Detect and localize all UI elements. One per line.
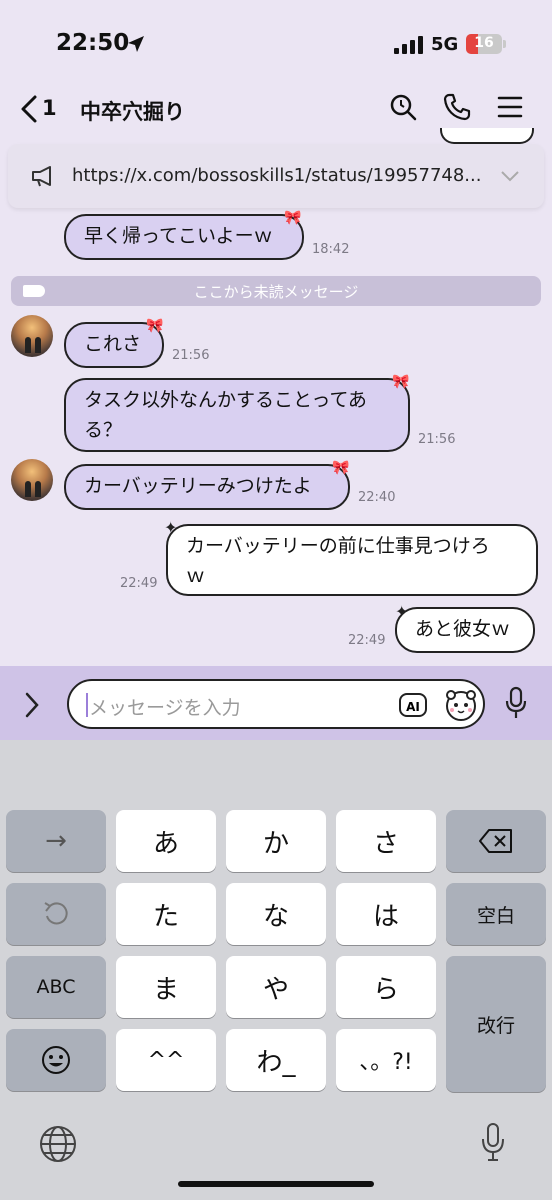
received-message-bubble[interactable]: タスク以外なんかすることってあ る？ <box>64 378 410 452</box>
received-message-bubble[interactable]: 早く帰ってこいよーｗ <box>64 214 304 260</box>
key-na[interactable]: な <box>226 883 326 945</box>
message-time: 22:40 <box>358 490 396 505</box>
battery-cap <box>503 40 506 48</box>
delete-key[interactable] <box>446 810 546 872</box>
text-caret <box>86 693 88 717</box>
message-time: 21:56 <box>418 432 456 447</box>
expand-chevron-icon[interactable] <box>22 690 42 720</box>
partial-message-bubble <box>440 128 534 144</box>
key-sa[interactable]: さ <box>336 810 436 872</box>
key-ma[interactable]: ま <box>116 956 216 1018</box>
phone-icon[interactable] <box>442 92 472 122</box>
message-input[interactable]: メッセージを入力 AI <box>67 679 485 729</box>
message-text: カーバッテリーみつけたよ <box>84 475 312 497</box>
key-next-arrow[interactable]: → <box>6 810 106 872</box>
home-indicator <box>178 1181 374 1187</box>
key-ha[interactable]: は <box>336 883 436 945</box>
message-text-line: カーバッテリーの前に仕事見つけろ <box>186 535 490 557</box>
sticker-icon[interactable] <box>443 687 479 723</box>
key-punctuation[interactable]: 、。?! <box>336 1029 436 1091</box>
space-key[interactable]: 空白 <box>446 883 546 945</box>
back-chevron-icon[interactable] <box>18 94 40 124</box>
avatar[interactable] <box>11 459 53 501</box>
bow-decoration-icon: 🎀 <box>284 210 302 226</box>
bow-decoration-icon: 🎀 <box>332 460 350 476</box>
message-time: 22:49 <box>120 576 158 591</box>
bow-decoration-icon: 🎀 <box>392 374 410 390</box>
key-a[interactable]: あ <box>116 810 216 872</box>
dictation-mic-icon[interactable] <box>480 1122 506 1162</box>
location-arrow-icon <box>128 36 144 52</box>
key-wa[interactable]: わ_ <box>226 1029 326 1091</box>
unread-divider-text: ここから未読メッセージ <box>193 283 359 301</box>
signal-icon <box>394 36 423 54</box>
bow-decoration-icon: 🎀 <box>146 318 164 334</box>
status-time: 22:50 <box>56 30 130 56</box>
ai-icon[interactable]: AI <box>399 693 427 717</box>
message-time: 18:42 <box>312 242 350 257</box>
key-ta[interactable]: た <box>116 883 216 945</box>
sent-message-bubble[interactable]: あと彼女ｗ <box>395 607 535 653</box>
menu-icon[interactable] <box>497 92 523 122</box>
battery-icon: 16 <box>466 34 502 54</box>
message-time: 22:49 <box>348 633 386 648</box>
undo-icon <box>44 902 68 925</box>
sent-message-bubble[interactable]: カーバッテリーの前に仕事見つけろ ｗ <box>166 524 538 596</box>
back-unread-count[interactable]: 1 <box>42 96 57 120</box>
network-type: 5G <box>431 34 459 55</box>
key-ka[interactable]: か <box>226 810 326 872</box>
received-message-bubble[interactable]: カーバッテリーみつけたよ <box>64 464 350 510</box>
chevron-down-icon[interactable] <box>500 170 520 182</box>
search-icon[interactable] <box>388 92 418 122</box>
emoji-key[interactable] <box>6 1029 106 1091</box>
message-text-line: ｗ <box>186 565 206 587</box>
avatar[interactable] <box>11 315 53 357</box>
microphone-icon[interactable] <box>504 686 528 720</box>
megaphone-icon <box>32 166 51 187</box>
announcement-banner[interactable]: https://x.com/bossoskills1/status/199577… <box>8 144 544 208</box>
message-time: 21:56 <box>172 348 210 363</box>
message-text: これさ <box>84 333 142 355</box>
message-text-line: タスク以外なんかすることってあ <box>84 389 367 411</box>
key-kaomoji[interactable]: ^^ <box>116 1029 216 1091</box>
undo-key[interactable] <box>6 883 106 945</box>
battery-percent: 16 <box>474 35 494 51</box>
message-text-line: る？ <box>84 419 123 441</box>
chat-title: 中卒穴掘り <box>80 100 185 124</box>
key-ra[interactable]: ら <box>336 956 436 1018</box>
backspace-icon <box>479 829 512 853</box>
abc-key[interactable]: ABC <box>6 956 106 1018</box>
message-text: 早く帰ってこいよーｗ <box>84 225 273 247</box>
announcement-text[interactable]: https://x.com/bossoskills1/status/199577… <box>72 165 481 186</box>
message-text: あと彼女ｗ <box>415 618 511 640</box>
globe-icon[interactable] <box>38 1124 78 1164</box>
key-ya[interactable]: や <box>226 956 326 1018</box>
return-key[interactable]: 改行 <box>446 956 546 1092</box>
unread-divider: ここから未読メッセージ <box>11 276 541 306</box>
emoji-icon <box>42 1046 70 1074</box>
message-input-placeholder: メッセージを入力 <box>89 697 241 719</box>
